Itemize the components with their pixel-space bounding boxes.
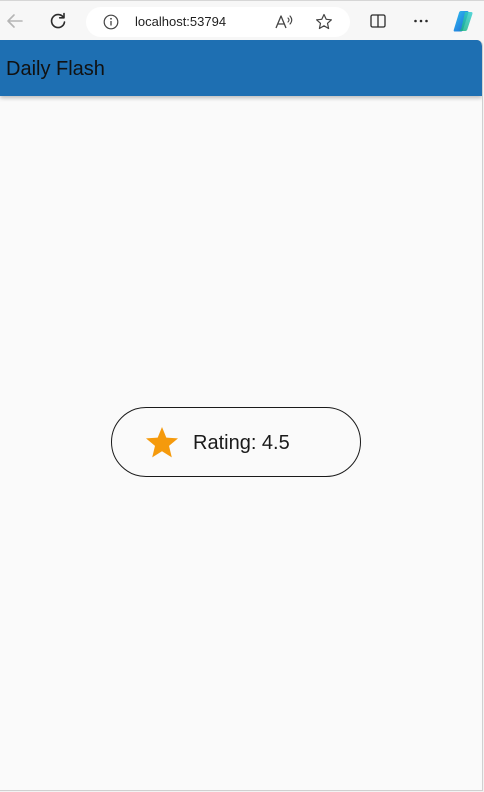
refresh-button[interactable] <box>44 7 72 35</box>
rating-chip: Rating: 4.5 <box>111 407 361 477</box>
back-arrow-icon <box>7 14 23 28</box>
address-url[interactable]: localhost:53794 <box>135 14 226 30</box>
app-title: Daily Flash <box>6 58 105 80</box>
address-bar[interactable]: localhost:53794 <box>86 7 350 37</box>
read-aloud-glyph <box>275 15 293 29</box>
app-bar: Daily Flash <box>0 40 482 96</box>
more-icon <box>414 19 428 23</box>
read-aloud-icon[interactable] <box>274 13 294 31</box>
rating-label: Rating: 4.5 <box>193 432 290 454</box>
info-icon[interactable] <box>103 14 119 30</box>
star-icon <box>146 427 178 458</box>
split-screen-button[interactable] <box>364 7 392 35</box>
refresh-icon <box>50 12 66 29</box>
more-button[interactable] <box>407 7 435 35</box>
copilot-button[interactable] <box>449 7 477 35</box>
favorite-star-icon[interactable] <box>315 13 333 31</box>
browser-toolbar: localhost:53794 <box>0 0 484 40</box>
browser-window: localhost:53794 Daily Flash Rating: 4.5 <box>0 0 484 792</box>
back-button[interactable] <box>1 7 29 35</box>
page-viewport: Daily Flash Rating: 4.5 <box>0 40 483 791</box>
copilot-icon <box>453 11 473 32</box>
split-screen-icon <box>370 14 386 28</box>
